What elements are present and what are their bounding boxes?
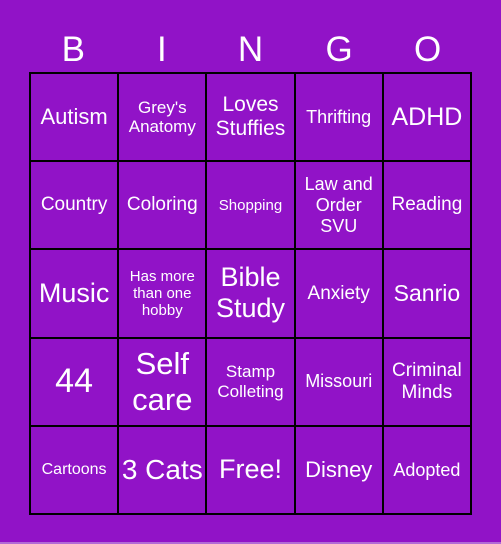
bingo-cell[interactable]: Disney: [295, 426, 382, 513]
bingo-cell[interactable]: Bible Study: [207, 250, 294, 337]
bingo-cell[interactable]: Criminal Minds: [383, 338, 470, 425]
bingo-cell[interactable]: Music: [31, 250, 118, 337]
bingo-cell[interactable]: Grey's Anatomy: [119, 74, 206, 161]
bingo-grid: Autism Grey's Anatomy Loves Stuffies Thr…: [29, 72, 472, 515]
bingo-cell[interactable]: Shopping: [207, 162, 294, 249]
free-space-cell[interactable]: Free!: [207, 426, 294, 513]
bingo-cell[interactable]: Missouri: [295, 338, 382, 425]
bingo-cell[interactable]: Has more than one hobby: [119, 250, 206, 337]
bingo-cell[interactable]: Autism: [31, 74, 118, 161]
header-letter-o: O: [414, 30, 442, 69]
bingo-cell[interactable]: Coloring: [119, 162, 206, 249]
header-letter-n: N: [237, 30, 264, 69]
bingo-cell[interactable]: Anxiety: [295, 250, 382, 337]
bingo-cell[interactable]: Sanrio: [383, 250, 470, 337]
header-letter-i: I: [157, 30, 167, 69]
bingo-cell[interactable]: 3 Cats: [119, 426, 206, 513]
bingo-cell[interactable]: 44: [31, 338, 118, 425]
bingo-cell[interactable]: ADHD: [383, 74, 470, 161]
header-letter-g: G: [325, 30, 353, 69]
bingo-cell[interactable]: Cartoons: [31, 426, 118, 513]
bingo-cell[interactable]: Loves Stuffies: [207, 74, 294, 161]
bingo-cell[interactable]: Adopted: [383, 426, 470, 513]
bingo-cell[interactable]: Country: [31, 162, 118, 249]
header-letter-b: B: [61, 30, 85, 69]
bingo-cell[interactable]: Stamp Colleting: [207, 338, 294, 425]
bingo-cell[interactable]: Self care: [119, 338, 206, 425]
bingo-header: B I N G O: [29, 28, 472, 72]
bingo-cell[interactable]: Reading: [383, 162, 470, 249]
bingo-cell[interactable]: Thrifting: [295, 74, 382, 161]
bingo-cell[interactable]: Law and Order SVU: [295, 162, 382, 249]
